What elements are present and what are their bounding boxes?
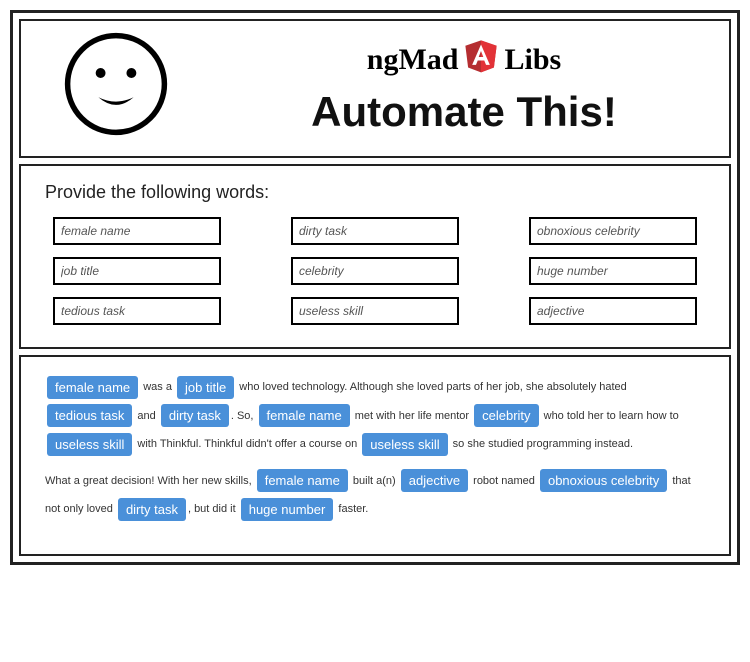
header: ngMad Libs Automate This! <box>19 19 731 158</box>
story-title: Automate This! <box>211 88 717 136</box>
brand-logo: ngMad Libs <box>211 38 717 82</box>
chip-female-name: female name <box>257 469 348 492</box>
app-frame: ngMad Libs Automate This! Provide the fo… <box>10 10 740 565</box>
angular-shield-icon <box>464 38 498 82</box>
chip-dirty-task: dirty task <box>161 404 229 427</box>
input-obnoxious-celebrity[interactable] <box>529 217 697 245</box>
smiley-face-icon <box>61 29 171 144</box>
brand-post: Libs <box>504 43 561 77</box>
inputs-grid <box>45 217 705 325</box>
chip-female-name: female name <box>47 376 138 399</box>
chip-tedious-task: tedious task <box>47 404 132 427</box>
input-adjective[interactable] <box>529 297 697 325</box>
chip-huge-number: huge number <box>241 498 334 521</box>
story-paragraph-2: What a great decision! With her new skil… <box>45 467 705 524</box>
chip-adjective: adjective <box>401 469 468 492</box>
input-tedious-task[interactable] <box>53 297 221 325</box>
inputs-prompt: Provide the following words: <box>45 182 705 203</box>
chip-job-title: job title <box>177 376 234 399</box>
input-dirty-task[interactable] <box>291 217 459 245</box>
inputs-section: Provide the following words: <box>19 164 731 349</box>
input-useless-skill[interactable] <box>291 297 459 325</box>
story-section: female name was a job title who loved te… <box>19 355 731 556</box>
title-block: ngMad Libs Automate This! <box>211 38 717 136</box>
chip-dirty-task: dirty task <box>118 498 186 521</box>
chip-useless-skill: useless skill <box>47 433 132 456</box>
input-celebrity[interactable] <box>291 257 459 285</box>
input-huge-number[interactable] <box>529 257 697 285</box>
input-female-name[interactable] <box>53 217 221 245</box>
chip-obnoxious-celebrity: obnoxious celebrity <box>540 469 667 492</box>
brand-pre: ngMad <box>367 43 459 77</box>
chip-celebrity: celebrity <box>474 404 538 427</box>
chip-useless-skill: useless skill <box>362 433 447 456</box>
input-job-title[interactable] <box>53 257 221 285</box>
story-paragraph-1: female name was a job title who loved te… <box>45 373 705 459</box>
chip-female-name: female name <box>259 404 350 427</box>
